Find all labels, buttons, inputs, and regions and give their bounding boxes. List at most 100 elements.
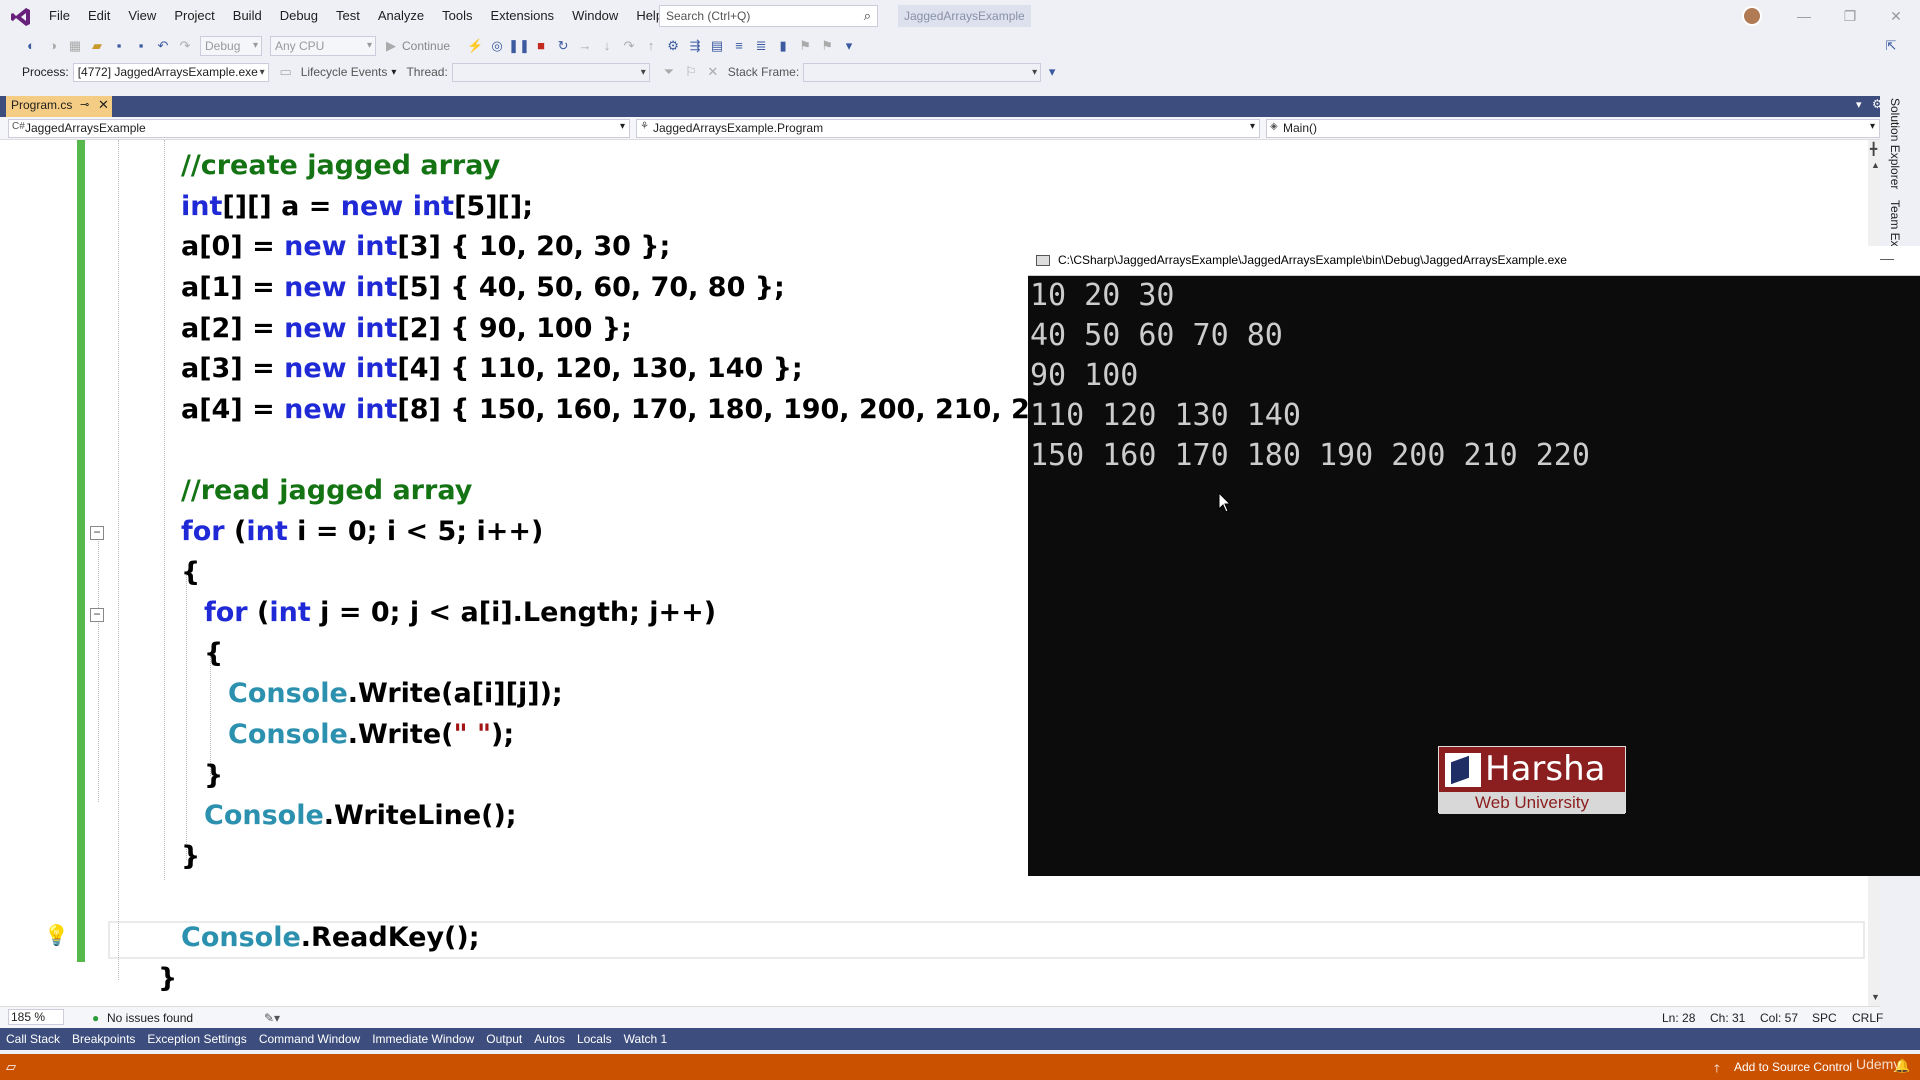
close-window-icon[interactable]: ✕ bbox=[1876, 4, 1916, 28]
collapse-outer-for-icon[interactable]: − bbox=[90, 526, 104, 540]
bookmark-prev-icon[interactable]: ⚑ bbox=[794, 35, 816, 57]
stack-frame-label: Stack Frame: bbox=[727, 65, 800, 79]
tasks-icon[interactable]: ▤ bbox=[706, 35, 728, 57]
tab-immediate-window[interactable]: Immediate Window bbox=[366, 1029, 480, 1049]
tab-breakpoints[interactable]: Breakpoints bbox=[66, 1029, 141, 1049]
save-all-icon[interactable]: ▪ bbox=[130, 35, 152, 57]
lightbulb-icon[interactable]: 💡 bbox=[44, 923, 69, 948]
thread-dropdown[interactable] bbox=[451, 62, 650, 82]
avatar[interactable] bbox=[1742, 6, 1762, 26]
restart-icon[interactable]: ↻ bbox=[552, 35, 574, 57]
live-share-icon[interactable]: ⇱ bbox=[1880, 35, 1902, 57]
code-line-method-close: } bbox=[158, 963, 178, 994]
class-dropdown[interactable]: ⚘ JaggedArraysExample.Program bbox=[636, 119, 1260, 138]
redo-icon[interactable]: ↷ bbox=[174, 35, 196, 57]
step-into-icon[interactable]: ↓ bbox=[596, 35, 618, 57]
menu-extensions[interactable]: Extensions bbox=[481, 0, 563, 32]
stop-icon[interactable]: ■ bbox=[530, 35, 552, 57]
console-title-bar[interactable]: C:\CSharp\JaggedArraysExample\JaggedArra… bbox=[1028, 246, 1920, 276]
tab-command-window[interactable]: Command Window bbox=[253, 1029, 366, 1049]
threads-icon[interactable]: ⇶ bbox=[684, 35, 706, 57]
comment-icon[interactable]: ≡ bbox=[728, 35, 750, 57]
menu-window[interactable]: Window bbox=[563, 0, 627, 32]
menu-debug[interactable]: Debug bbox=[271, 0, 327, 32]
menu-tools[interactable]: Tools bbox=[433, 0, 481, 32]
code-line-a0: a[0] = new int[3] { 10, 20, 30 }; bbox=[181, 231, 671, 262]
expand-callstack-icon[interactable]: ✕ bbox=[702, 61, 724, 83]
toolbar2-overflow-icon[interactable]: ▾ bbox=[1041, 61, 1063, 83]
issues-status[interactable]: No issues found bbox=[107, 1011, 193, 1025]
show-next-statement-icon[interactable]: → bbox=[574, 35, 596, 57]
menu-view[interactable]: View bbox=[119, 0, 165, 32]
search-input[interactable]: Search (Ctrl+Q) ⌕ bbox=[659, 5, 878, 27]
menu-test[interactable]: Test bbox=[327, 0, 369, 32]
uncomment-icon[interactable]: ≣ bbox=[750, 35, 772, 57]
hot-reload-icon[interactable]: ⚡ bbox=[464, 35, 486, 57]
notifications-bell-icon[interactable]: 🔔 bbox=[1894, 1058, 1910, 1074]
menu-edit[interactable]: Edit bbox=[79, 0, 119, 32]
continue-button[interactable]: Continue bbox=[402, 39, 450, 53]
zoom-dropdown[interactable]: 185 % bbox=[8, 1009, 65, 1025]
back-icon[interactable]: ◐ bbox=[20, 35, 42, 57]
toolbar-overflow-icon[interactable]: ▾ bbox=[838, 35, 860, 57]
screenshot-icon[interactable]: ◎ bbox=[486, 35, 508, 57]
continue-icon[interactable]: ▶ bbox=[380, 35, 402, 57]
console-output-line: 10 20 30 bbox=[1030, 278, 1175, 313]
code-cleanup-icon[interactable]: ✎▾ bbox=[264, 1011, 280, 1025]
flag-icon[interactable]: ⚐ bbox=[680, 61, 702, 83]
menu-build[interactable]: Build bbox=[224, 0, 271, 32]
console-output-line: 150 160 170 180 190 200 210 220 bbox=[1030, 438, 1590, 473]
pause-icon[interactable]: ❚❚ bbox=[508, 35, 530, 57]
collapse-inner-for-icon[interactable]: − bbox=[90, 608, 104, 622]
menu-analyze[interactable]: Analyze bbox=[369, 0, 433, 32]
menu-file[interactable]: File bbox=[40, 0, 79, 32]
platform-dropdown[interactable]: Any CPU bbox=[270, 36, 376, 56]
tab-list-chevron-down-icon[interactable]: ▾ bbox=[1856, 98, 1862, 111]
add-to-source-control-button[interactable]: Add to Source Control bbox=[1734, 1060, 1852, 1074]
bookmark-icon[interactable]: ▮ bbox=[772, 35, 794, 57]
lifecycle-events-dropdown[interactable]: Lifecycle Events bbox=[301, 65, 388, 79]
editor-status-bar: 185 % ● No issues found ✎▾ Ln: 28 Ch: 31… bbox=[0, 1006, 1883, 1028]
tab-autos[interactable]: Autos bbox=[528, 1029, 571, 1049]
undo-icon[interactable]: ↶ bbox=[152, 35, 174, 57]
open-icon[interactable]: ▰ bbox=[86, 35, 108, 57]
tab-locals[interactable]: Locals bbox=[571, 1029, 618, 1049]
tab-solution-explorer[interactable]: Solution Explorer bbox=[1888, 98, 1902, 189]
tab-output[interactable]: Output bbox=[480, 1029, 528, 1049]
console-minimize-icon[interactable]: — bbox=[1880, 250, 1894, 266]
restore-icon[interactable]: ❐ bbox=[1830, 4, 1870, 28]
menu-project[interactable]: Project bbox=[165, 0, 223, 32]
split-editor-icon[interactable]: ╋ bbox=[1870, 142, 1877, 156]
hex-display-icon[interactable]: ⚙ bbox=[662, 35, 684, 57]
stack-frame-dropdown[interactable] bbox=[803, 62, 1042, 82]
class-name: JaggedArraysExample.Program bbox=[653, 121, 824, 135]
tab-watch-1[interactable]: Watch 1 bbox=[618, 1029, 674, 1049]
whitespace-mode[interactable]: SPC bbox=[1812, 1011, 1837, 1025]
filter-icon[interactable]: ⏷ bbox=[658, 61, 680, 83]
step-over-icon[interactable]: ↷ bbox=[618, 35, 640, 57]
tab-program-cs[interactable]: Program.cs ⊸ ✕ bbox=[6, 96, 112, 117]
watermark-name: Harsha bbox=[1485, 749, 1606, 789]
step-out-icon[interactable]: ↑ bbox=[640, 35, 662, 57]
tab-call-stack[interactable]: Call Stack bbox=[0, 1029, 66, 1049]
configuration-dropdown[interactable]: Debug bbox=[200, 36, 262, 56]
line-ending-mode[interactable]: CRLF bbox=[1852, 1011, 1883, 1025]
minimize-icon[interactable]: — bbox=[1784, 4, 1824, 28]
notification-comment-icon[interactable]: ▱ bbox=[6, 1059, 16, 1075]
pin-icon[interactable]: ⊸ bbox=[80, 98, 89, 111]
scroll-up-icon[interactable]: ▲ bbox=[1871, 160, 1880, 170]
new-project-icon[interactable]: ▦ bbox=[64, 35, 86, 57]
process-dropdown[interactable]: [4772] JaggedArraysExample.exe bbox=[72, 62, 269, 82]
close-icon[interactable]: ✕ bbox=[98, 97, 109, 113]
editor-gutter bbox=[0, 140, 77, 1006]
project-dropdown[interactable]: C# JaggedArraysExample bbox=[8, 119, 630, 138]
scroll-down-icon[interactable]: ▼ bbox=[1871, 992, 1880, 1002]
bookmark-next-icon[interactable]: ⚑ bbox=[816, 35, 838, 57]
code-line-a2: a[2] = new int[2] { 90, 100 }; bbox=[181, 313, 632, 344]
member-dropdown[interactable]: ◈ Main() bbox=[1266, 119, 1880, 138]
title-menu-bar: File Edit View Project Build Debug Test … bbox=[0, 0, 1920, 32]
save-icon[interactable]: ▪ bbox=[108, 35, 130, 57]
forward-icon[interactable]: ◑ bbox=[42, 35, 64, 57]
code-line-outer-for: for (int i = 0; i < 5; i++) bbox=[181, 516, 544, 547]
tab-exception-settings[interactable]: Exception Settings bbox=[141, 1029, 252, 1049]
